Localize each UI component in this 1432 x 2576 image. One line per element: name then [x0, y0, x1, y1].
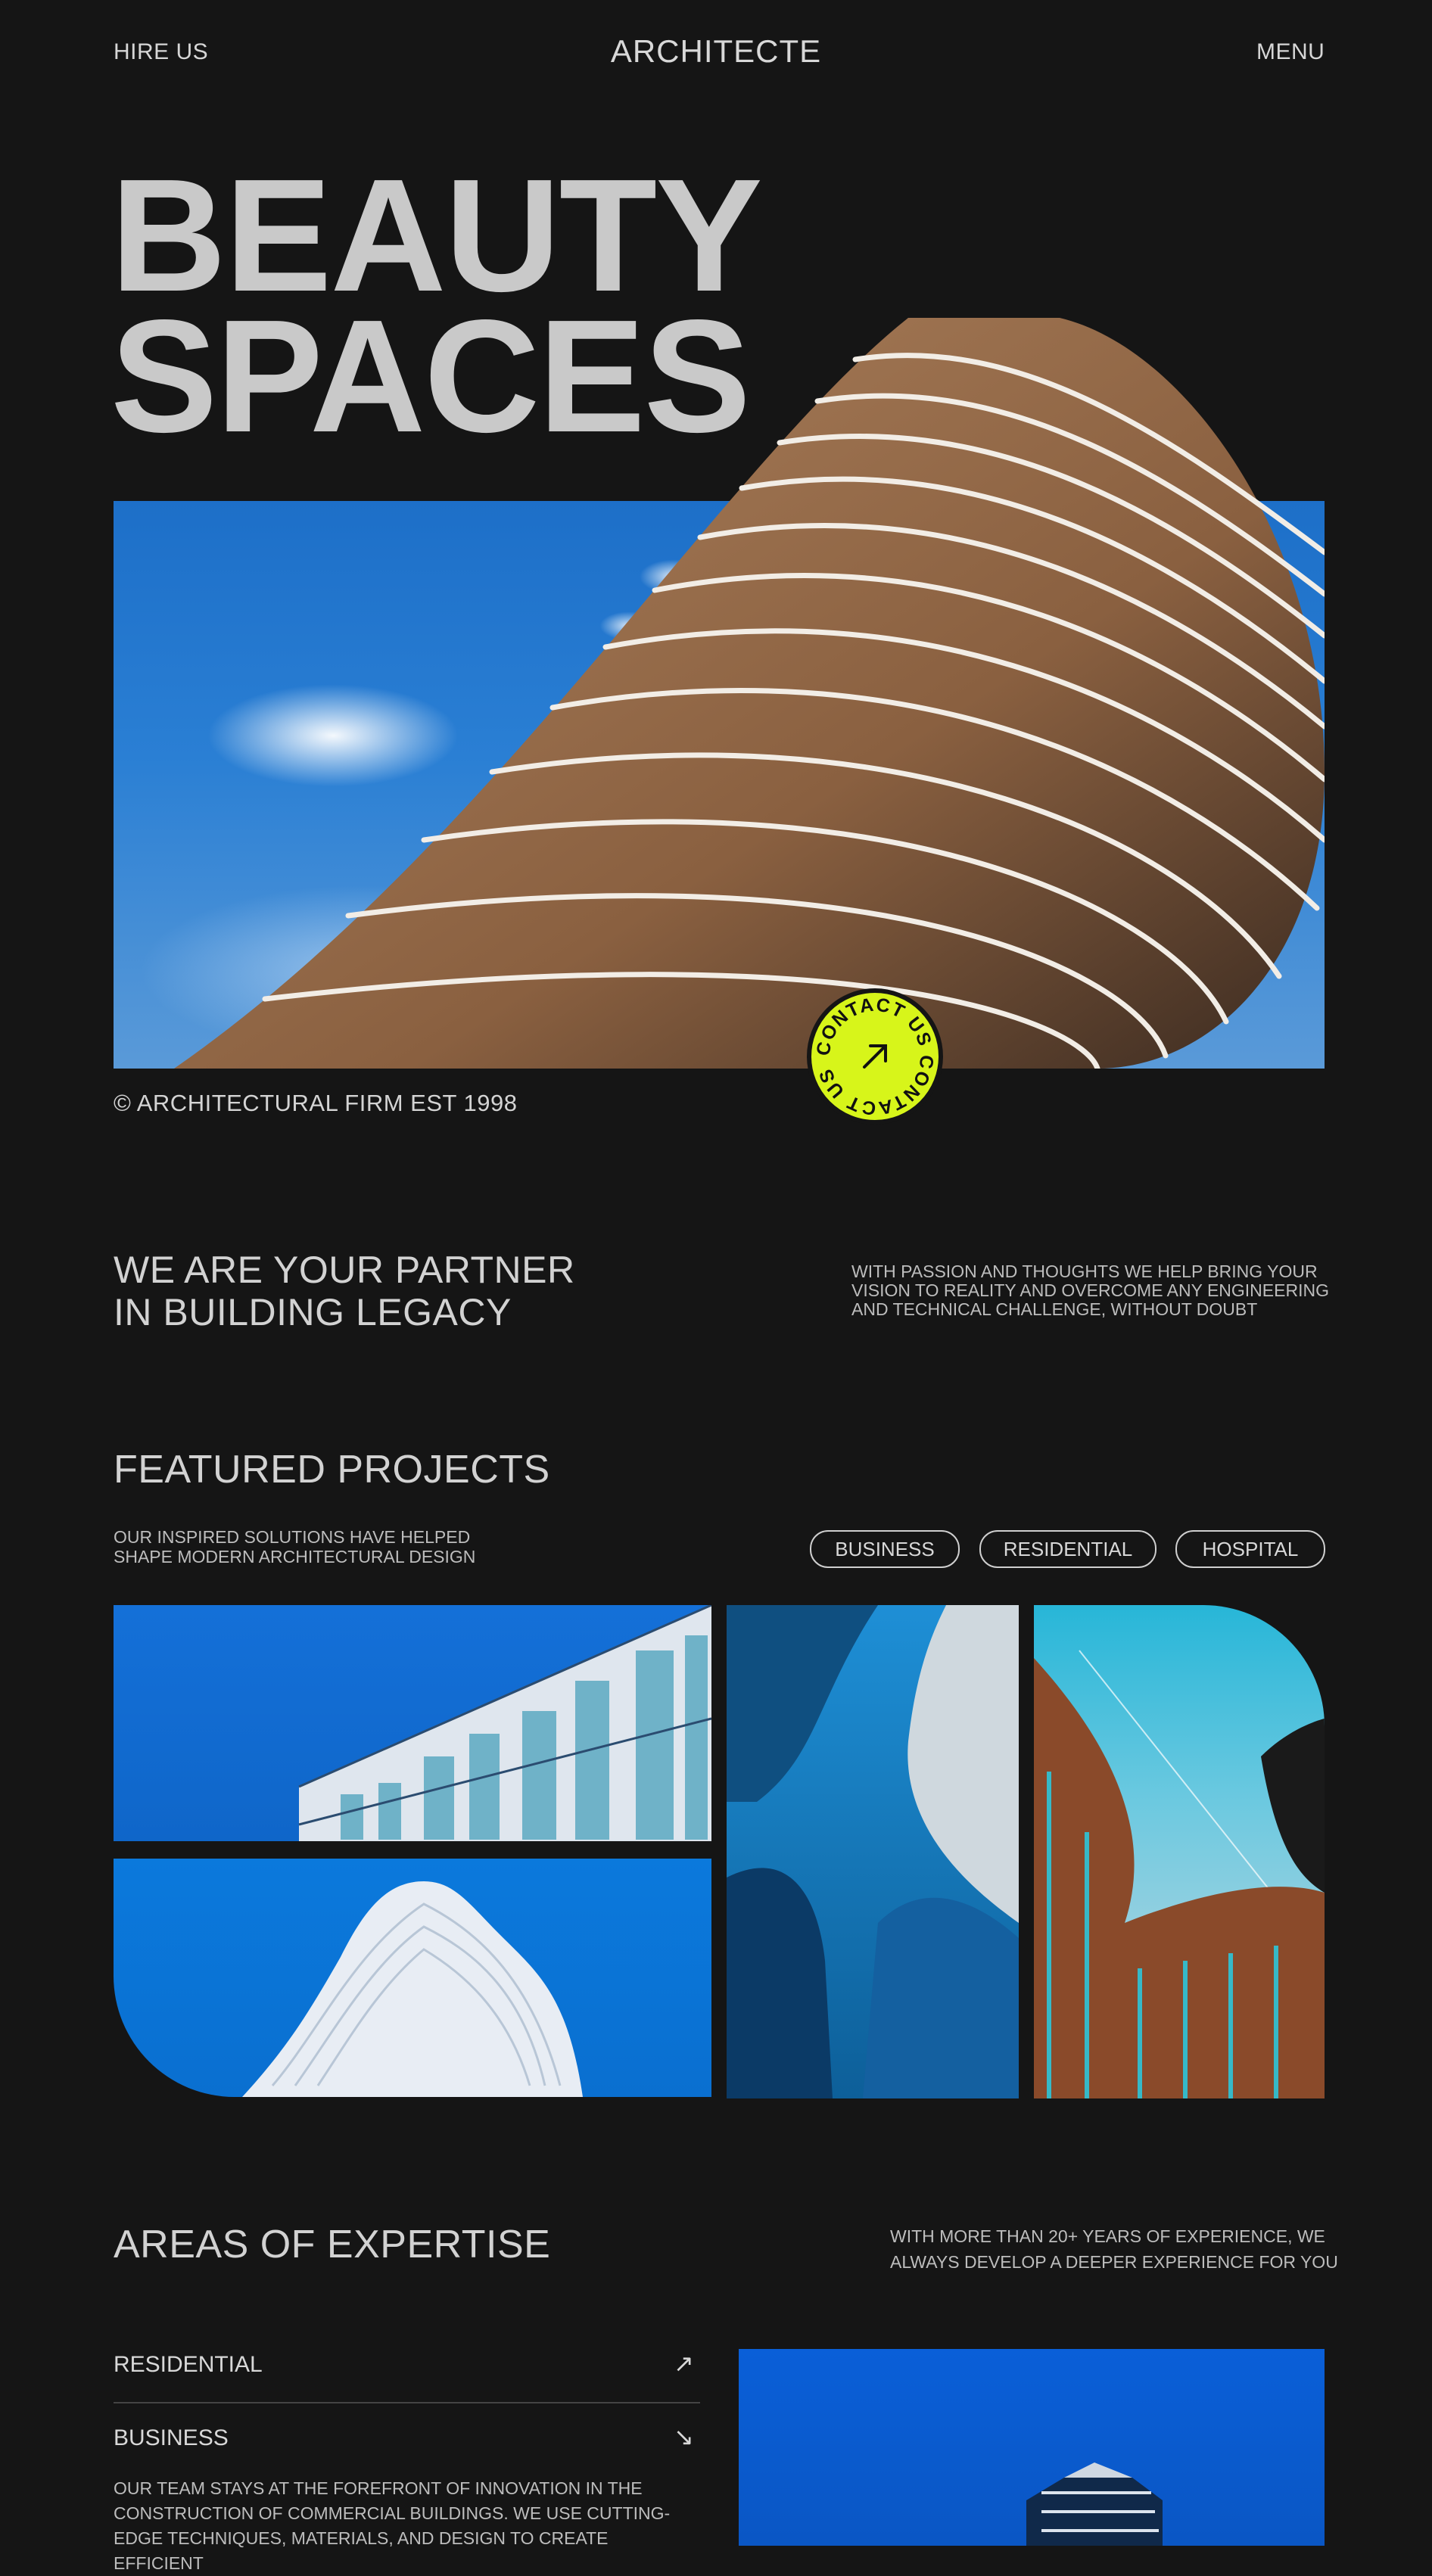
project-image-wave-tower[interactable] — [114, 1859, 711, 2097]
featured-projects-heading: FEATURED PROJECTS — [114, 1448, 550, 1492]
arrow-down-right-icon[interactable]: ↘ — [674, 2422, 694, 2451]
arrow-up-right-icon[interactable]: ↗ — [674, 2349, 694, 2378]
contact-us-badge[interactable]: CONTACT US CONTACT US — [807, 988, 943, 1125]
partner-description-line: VISION TO REALITY AND OVERCOME ANY ENGIN… — [851, 1280, 1329, 1300]
expertise-item-residential[interactable]: RESIDENTIAL — [114, 2352, 700, 2378]
partner-heading: WE ARE YOUR PARTNER IN BUILDING LEGACY — [114, 1249, 575, 1333]
hero-title-line-1: BEAUTY — [111, 145, 763, 325]
copyright-text: © ARCHITECTURAL FIRM EST 1998 — [114, 1090, 518, 1116]
partner-heading-line-2: IN BUILDING LEGACY — [114, 1291, 512, 1333]
expertise-description: WITH MORE THAN 20+ YEARS OF EXPERIENCE, … — [890, 2223, 1344, 2275]
featured-subtitle-line: OUR INSPIRED SOLUTIONS HAVE HELPED — [114, 1527, 471, 1547]
menu-button[interactable]: MENU — [1256, 39, 1325, 65]
filter-residential-button[interactable]: RESIDENTIAL — [979, 1530, 1156, 1568]
project-image-copper-tower[interactable] — [1034, 1605, 1325, 2098]
project-image-curved-towers[interactable] — [727, 1605, 1019, 2098]
expertise-image-building — [739, 2349, 1325, 2546]
business-description: OUR TEAM STAYS AT THE FOREFRONT OF INNOV… — [114, 2476, 700, 2576]
expertise-divider — [114, 2402, 700, 2403]
brand-logo[interactable]: ARCHITECTE — [0, 33, 1432, 70]
partner-description-line: AND TECHNICAL CHALLENGE, WITHOUT DOUBT — [851, 1299, 1258, 1319]
partner-heading-line-1: WE ARE YOUR PARTNER — [114, 1249, 575, 1291]
partner-description: WITH PASSION AND THOUGHTS WE HELP BRING … — [851, 1262, 1336, 1319]
featured-subtitle-line: SHAPE MODERN ARCHITECTURAL DESIGN — [114, 1547, 476, 1566]
project-image-glass-facade[interactable] — [114, 1605, 711, 1841]
business-description-line: OUR TEAM STAYS AT THE FOREFRONT OF INNOV… — [114, 2478, 643, 2498]
expertise-description-line: ALWAYS DEVELOP A DEEPER EXPERIENCE FOR Y… — [890, 2252, 1338, 2272]
arrow-up-right-icon — [863, 1044, 887, 1069]
expertise-heading: AREAS OF EXPERTISE — [114, 2223, 551, 2266]
filter-hospital-button[interactable]: HOSPITAL — [1175, 1530, 1325, 1568]
partner-description-line: WITH PASSION AND THOUGHTS WE HELP BRING … — [851, 1262, 1318, 1281]
featured-projects-subtitle: OUR INSPIRED SOLUTIONS HAVE HELPED SHAPE… — [114, 1527, 537, 1566]
expertise-item-business[interactable]: BUSINESS — [114, 2425, 700, 2451]
hero-building-image — [174, 318, 1325, 1069]
business-description-line: CONSTRUCTION OF COMMERCIAL BUILDINGS. WE… — [114, 2503, 671, 2523]
filter-business-button[interactable]: BUSINESS — [810, 1530, 960, 1568]
expertise-description-line: WITH MORE THAN 20+ YEARS OF EXPERIENCE, … — [890, 2226, 1325, 2246]
business-description-line: EDGE TECHNIQUES, MATERIALS, AND DESIGN T… — [114, 2528, 609, 2573]
